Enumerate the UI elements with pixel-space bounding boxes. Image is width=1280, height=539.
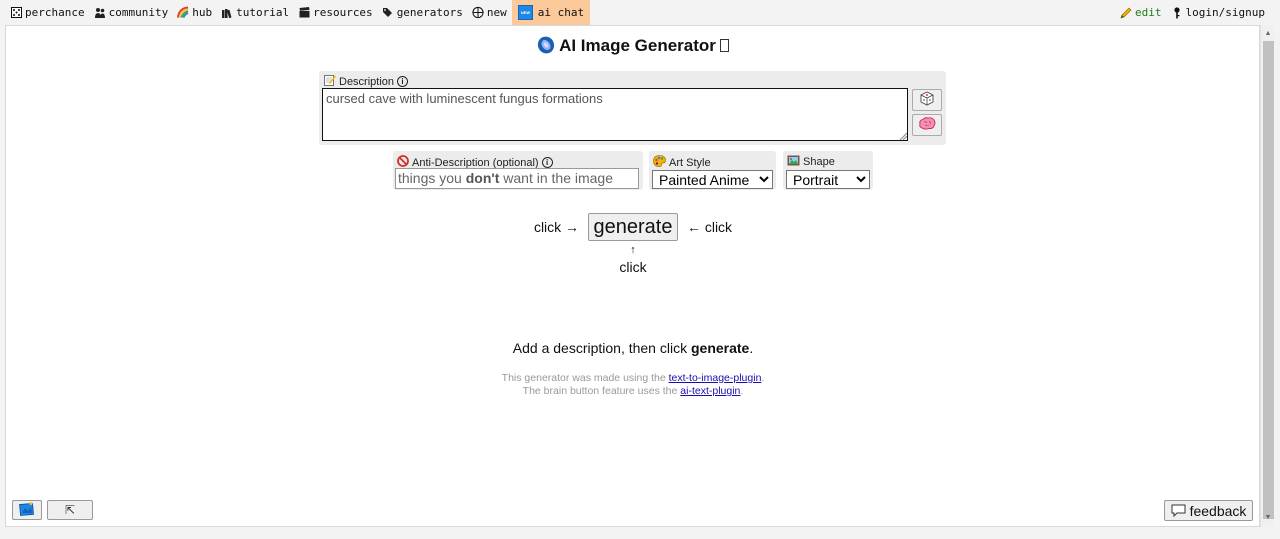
top-nav: perchance community hub tutorial resourc… xyxy=(0,0,1280,25)
instruction-text: Add a description, then click generate. xyxy=(0,340,1266,356)
anti-description-panel: Anti-Description (optional) i things you… xyxy=(393,151,643,190)
description-input[interactable]: cursed cave with luminescent fungus form… xyxy=(322,88,908,141)
nav-resources[interactable]: resources xyxy=(294,0,378,25)
gallery-icon xyxy=(19,501,35,519)
credits-line-1: This generator was made using the text-t… xyxy=(0,372,1266,385)
nav-label: resources xyxy=(313,6,373,19)
page-title: AI Image Generator xyxy=(0,36,1266,56)
nav-ai-chat[interactable]: NEW ai chat xyxy=(511,0,591,25)
nav-label: tutorial xyxy=(236,6,290,19)
description-panel: Description i cursed cave with luminesce… xyxy=(319,71,946,145)
art-style-select[interactable]: Painted Anime xyxy=(652,170,773,189)
palette-icon xyxy=(653,155,666,170)
hint-bold: generate xyxy=(690,340,750,356)
nav-edit[interactable]: edit xyxy=(1116,0,1167,25)
up-arrow-icon: ↑ xyxy=(630,244,636,256)
vertical-scrollbar[interactable]: ▲ ▼ xyxy=(1260,25,1274,527)
feedback-label: feedback xyxy=(1189,502,1247,519)
shape-label-text: Shape xyxy=(803,156,835,168)
new-badge-icon: NEW xyxy=(517,5,533,20)
description-label-text: Description xyxy=(339,75,395,88)
shape-panel: Shape Portrait xyxy=(783,151,873,190)
nav-login[interactable]: login/signup xyxy=(1167,0,1270,25)
nav-label: community xyxy=(108,6,169,19)
nav-label: login/signup xyxy=(1185,6,1265,19)
nav-right: edit login/signup xyxy=(1116,0,1270,25)
gallery-button[interactable] xyxy=(12,500,42,520)
random-description-button[interactable] xyxy=(912,89,942,111)
svg-text:NEW: NEW xyxy=(521,10,531,15)
rainbow-icon xyxy=(177,6,189,19)
shape-label: Shape xyxy=(787,155,835,169)
nav-hub[interactable]: hub xyxy=(173,0,217,25)
info-icon[interactable]: i xyxy=(541,157,553,168)
description-label: Description i xyxy=(324,74,409,89)
nav-label: new xyxy=(486,6,507,19)
info-icon[interactable]: i xyxy=(397,76,409,87)
nav-new[interactable]: new xyxy=(468,0,512,25)
click-hint-below: click xyxy=(619,259,647,275)
nav-label: perchance xyxy=(25,6,85,19)
credits: This generator was made using the text-t… xyxy=(0,372,1266,398)
credits-text: . xyxy=(740,385,744,397)
generate-row: click → generate ← click xyxy=(0,213,1266,241)
nav-tutorial[interactable]: tutorial xyxy=(217,0,294,25)
community-icon xyxy=(94,7,106,19)
credits-text: This generator was made using the xyxy=(501,372,669,384)
clapper-icon xyxy=(298,7,310,19)
art-style-panel: Art Style Painted Anime xyxy=(649,151,776,190)
credits-text: The brain button feature uses the xyxy=(522,385,681,397)
nav-community[interactable]: community xyxy=(90,0,174,25)
click-hint-right: ← click xyxy=(686,219,733,235)
speech-bubble-icon xyxy=(1171,504,1186,517)
tag-icon xyxy=(382,7,394,19)
arrow-top-left-icon: ⇱ xyxy=(64,503,76,517)
dice-icon xyxy=(10,7,22,19)
anti-description-label-text: Anti-Description (optional) xyxy=(412,156,539,169)
books-icon xyxy=(221,7,233,19)
art-style-label-text: Art Style xyxy=(669,156,711,169)
dice-icon xyxy=(920,91,934,109)
scroll-down-icon[interactable]: ▼ xyxy=(1261,511,1275,525)
scrollbar-thumb[interactable] xyxy=(1263,41,1274,519)
text-to-image-plugin-link[interactable]: text-to-image-plugin xyxy=(669,372,762,384)
generate-button[interactable]: generate xyxy=(587,213,679,241)
nav-left: perchance community hub tutorial resourc… xyxy=(6,0,591,25)
memo-icon xyxy=(324,74,336,89)
anti-description-input[interactable] xyxy=(395,168,639,189)
credits-text: . xyxy=(761,372,765,384)
nav-label: ai chat xyxy=(537,6,585,19)
nav-label: hub xyxy=(192,6,213,19)
shape-select[interactable]: Portrait xyxy=(786,170,870,189)
brain-icon xyxy=(918,117,936,133)
nav-generators[interactable]: generators xyxy=(378,0,468,25)
art-style-label: Art Style xyxy=(653,155,711,170)
brain-button[interactable] xyxy=(912,114,942,136)
click-hint-left: click → xyxy=(533,219,580,235)
title-text: AI Image Generator xyxy=(559,36,716,55)
hint-text: Add a description, then click xyxy=(512,340,691,356)
pencil-icon xyxy=(1120,7,1132,19)
feedback-button[interactable]: feedback xyxy=(1164,500,1253,521)
framed-picture-icon xyxy=(787,155,800,169)
eye-logo-icon xyxy=(537,36,555,54)
key-icon xyxy=(1171,6,1183,19)
plus-circle-icon xyxy=(472,6,484,19)
nav-perchance[interactable]: perchance xyxy=(6,0,90,25)
credits-line-2: The brain button feature uses the ai-tex… xyxy=(0,385,1266,398)
ai-text-plugin-link[interactable]: ai-text-plugin xyxy=(680,385,740,397)
nav-label: generators xyxy=(396,6,463,19)
scroll-to-top-button[interactable]: ⇱ xyxy=(47,500,93,520)
nav-label: edit xyxy=(1135,6,1162,19)
hint-end: . xyxy=(749,340,754,356)
missing-glyph-icon xyxy=(719,39,729,52)
